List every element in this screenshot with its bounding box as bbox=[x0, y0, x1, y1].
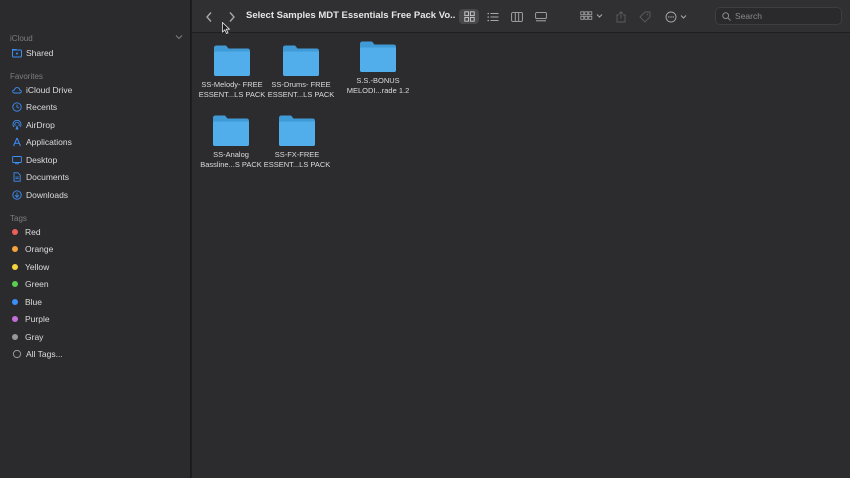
group-grid-icon bbox=[580, 11, 603, 20]
folder-name-line-2: ESSENT...LS PACK bbox=[267, 90, 335, 99]
folder-item[interactable]: SS-Analog Bassline...S PACK bbox=[195, 114, 267, 170]
gallery-icon bbox=[535, 11, 547, 21]
folder-icon bbox=[283, 45, 319, 76]
column-view-button[interactable] bbox=[507, 9, 527, 24]
folder-name-line-2: ESSENT...LS PACK bbox=[198, 90, 266, 99]
more-actions-button[interactable] bbox=[664, 9, 690, 24]
section-title-tags: Tags bbox=[10, 214, 27, 223]
sidebar-item-label: Desktop bbox=[26, 155, 58, 165]
share-icon bbox=[616, 10, 626, 22]
chevron-down-icon[interactable] bbox=[175, 33, 183, 41]
sidebar-item-label: iCloud Drive bbox=[26, 85, 73, 95]
ellipsis-circle-icon bbox=[665, 11, 687, 22]
sidebar-item-shared[interactable]: Shared bbox=[8, 45, 183, 61]
grid-icon bbox=[463, 11, 475, 22]
tag-color-dot bbox=[12, 281, 18, 287]
tag-color-dot bbox=[12, 264, 18, 270]
folder-icon bbox=[360, 41, 396, 72]
folder-name-line-1: SS-FX-FREE bbox=[274, 150, 320, 159]
shared-folder-icon bbox=[11, 48, 22, 59]
sidebar-item-label: Yellow bbox=[25, 262, 50, 272]
folder-name-line-1: SS-Drums- FREE bbox=[271, 80, 331, 89]
folder-name-line-1: SS-Analog bbox=[213, 150, 249, 159]
sidebar-item-recents[interactable]: Recents bbox=[8, 99, 183, 115]
gallery-view-button[interactable] bbox=[531, 9, 551, 24]
folder-name-line-1: S.S.-BONUS bbox=[356, 76, 400, 85]
folder-icon bbox=[214, 45, 250, 76]
sidebar-item-desktop[interactable]: Desktop bbox=[8, 152, 183, 168]
sidebar-item-label: Downloads bbox=[26, 190, 69, 200]
sidebar-item-label: Recents bbox=[26, 102, 58, 112]
tag-icon bbox=[639, 11, 651, 23]
airdrop-icon bbox=[11, 120, 22, 131]
folder-item[interactable]: SS-FX-FREE ESSENT...LS PACK bbox=[261, 114, 333, 170]
all-tags-icon bbox=[11, 349, 22, 360]
search-input[interactable] bbox=[735, 11, 835, 21]
tag-color-dot bbox=[12, 229, 18, 235]
section-title-favorites: Favorites bbox=[10, 72, 43, 81]
sidebar-item-label: Applications bbox=[26, 137, 72, 147]
back-button[interactable] bbox=[202, 9, 216, 24]
icon-view-button[interactable] bbox=[459, 9, 479, 24]
sidebar-item-icloud-drive[interactable]: iCloud Drive bbox=[8, 82, 183, 98]
sidebar-item-label: Orange bbox=[25, 244, 54, 254]
sidebar-item-label: Red bbox=[25, 227, 41, 237]
folder-item[interactable]: SS-Melody- FREE ESSENT...LS PACK bbox=[196, 44, 268, 100]
sidebar: iCloud Shared Favorites iCloud Drive Rec… bbox=[0, 0, 191, 478]
cloud-icon bbox=[11, 85, 22, 96]
tag-color-dot bbox=[12, 299, 18, 305]
clock-icon bbox=[11, 102, 22, 113]
download-icon bbox=[11, 190, 22, 201]
sidebar-item-tag-red[interactable]: Red bbox=[8, 224, 183, 240]
list-view-button[interactable] bbox=[483, 9, 503, 24]
folder-icon bbox=[213, 115, 249, 146]
chevron-left-icon bbox=[206, 11, 212, 22]
window-title: Select Samples MDT Essentials Free Pack … bbox=[246, 10, 456, 21]
sidebar-item-label: Green bbox=[25, 279, 49, 289]
list-icon bbox=[487, 12, 499, 21]
folder-item[interactable]: SS-Drums- FREE ESSENT...LS PACK bbox=[265, 44, 337, 100]
mouse-cursor-icon bbox=[222, 22, 230, 34]
sidebar-item-tag-orange[interactable]: Orange bbox=[8, 241, 183, 257]
sidebar-item-tag-gray[interactable]: Gray bbox=[8, 329, 183, 345]
file-browser: Select Samples MDT Essentials Free Pack … bbox=[192, 0, 850, 478]
sidebar-item-label: Gray bbox=[25, 332, 44, 342]
desktop-icon bbox=[11, 155, 22, 166]
applications-icon bbox=[11, 137, 22, 148]
tag-color-dot bbox=[12, 316, 18, 322]
sidebar-item-label: AirDrop bbox=[26, 120, 55, 130]
sidebar-item-label: Shared bbox=[26, 48, 54, 58]
sidebar-item-tag-blue[interactable]: Blue bbox=[8, 294, 183, 310]
tag-color-dot bbox=[12, 246, 18, 252]
group-by-button[interactable] bbox=[578, 9, 606, 24]
sidebar-item-tag-green[interactable]: Green bbox=[8, 276, 183, 292]
sidebar-item-label: All Tags... bbox=[26, 349, 63, 359]
folder-name-line-2: MELODI...rade 1.2 bbox=[346, 86, 410, 95]
folder-item[interactable]: S.S.-BONUS MELODI...rade 1.2 bbox=[342, 40, 414, 96]
tag-color-dot bbox=[12, 334, 18, 340]
edit-tags-button[interactable] bbox=[637, 9, 653, 24]
sidebar-item-downloads[interactable]: Downloads bbox=[8, 187, 183, 203]
folder-name-line-1: SS-Melody- FREE bbox=[201, 80, 263, 89]
section-title-icloud: iCloud bbox=[10, 34, 33, 43]
sidebar-item-label: Documents bbox=[26, 172, 69, 182]
sidebar-item-tag-purple[interactable]: Purple bbox=[8, 311, 183, 327]
sidebar-item-label: Blue bbox=[25, 297, 43, 307]
chevron-right-icon bbox=[229, 11, 235, 22]
columns-icon bbox=[511, 11, 523, 22]
search-field[interactable] bbox=[715, 7, 842, 25]
sidebar-item-applications[interactable]: Applications bbox=[8, 134, 183, 150]
toolbar: Select Samples MDT Essentials Free Pack … bbox=[192, 0, 850, 33]
folder-icon bbox=[279, 115, 315, 146]
document-icon bbox=[11, 172, 22, 183]
sidebar-item-tag-yellow[interactable]: Yellow bbox=[8, 259, 183, 275]
share-button[interactable] bbox=[613, 9, 629, 24]
sidebar-item-airdrop[interactable]: AirDrop bbox=[8, 117, 183, 133]
folder-name-line-2: ESSENT...LS PACK bbox=[263, 160, 331, 169]
sidebar-item-documents[interactable]: Documents bbox=[8, 169, 183, 185]
folder-name-line-2: Bassline...S PACK bbox=[200, 160, 262, 169]
sidebar-item-label: Purple bbox=[25, 314, 50, 324]
search-icon bbox=[722, 11, 731, 21]
sidebar-item-all-tags[interactable]: All Tags... bbox=[8, 346, 183, 362]
